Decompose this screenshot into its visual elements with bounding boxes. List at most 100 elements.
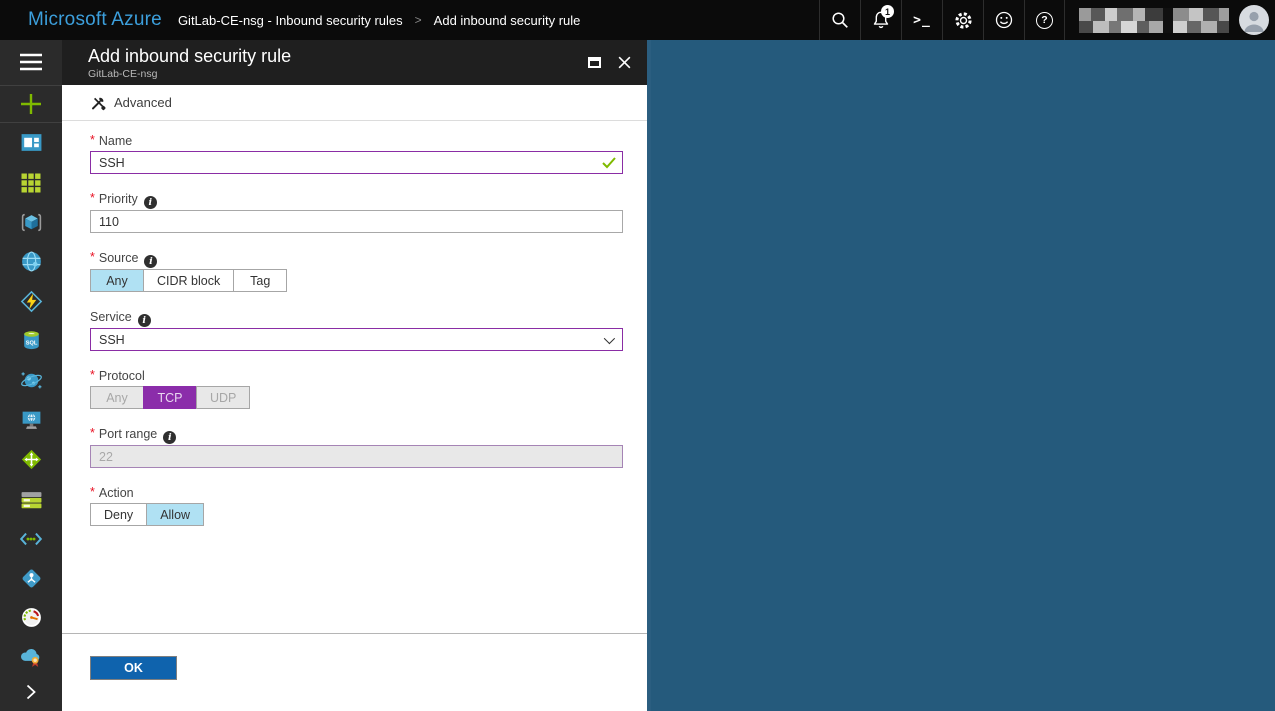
source-option-any[interactable]: Any [90,269,144,292]
maximize-button[interactable] [583,51,605,73]
sidebar-item-storage-accounts[interactable] [0,479,62,519]
search-button[interactable] [819,0,860,40]
source-option-cidr-block[interactable]: CIDR block [143,269,234,292]
sidebar-item-azure-active-directory[interactable] [0,559,62,599]
virtual-networks-icon [19,527,43,551]
sidebar-item-load-balancers[interactable] [0,440,62,480]
priority-label: *Priorityi [90,191,623,209]
field-source: *Sourcei Any CIDR block Tag [90,250,623,292]
advanced-button[interactable]: Advanced [90,95,172,111]
sidebar-item-security-center[interactable] [0,638,62,678]
field-service: Servicei SSH [90,309,623,351]
sidebar-item-sql-databases[interactable]: SQL [0,321,62,361]
field-action: *Action Deny Allow [90,485,623,526]
service-label: Servicei [90,309,623,327]
info-icon[interactable]: i [163,431,176,444]
smiley-icon [994,10,1014,30]
source-label: *Sourcei [90,250,623,268]
portal-body: SQL [0,40,1275,711]
breadcrumb-parent[interactable]: GitLab-CE-nsg - Inbound security rules [178,13,403,28]
protocol-option-any[interactable]: Any [90,386,144,409]
action-toggle-group: Deny Allow [90,503,204,526]
protocol-label: *Protocol [90,368,623,385]
chevron-down-icon [604,332,615,343]
gear-icon [953,10,974,31]
sidebar-item-function-apps[interactable] [0,281,62,321]
azure-logo[interactable]: Microsoft Azure [0,9,178,31]
settings-button[interactable] [942,0,983,40]
security-center-icon [19,645,43,669]
required-marker: * [90,250,95,264]
info-icon[interactable]: i [144,255,157,268]
account-info[interactable] [1079,8,1229,33]
info-icon[interactable]: i [138,314,151,327]
panel-titles: Add inbound security rule GitLab-CE-nsg [88,45,291,80]
panel-window-controls [583,45,635,73]
sidebar-item-app-services[interactable] [0,242,62,282]
help-button[interactable]: ? [1024,0,1065,40]
priority-input[interactable] [90,210,623,233]
panel-title: Add inbound security rule [88,45,291,67]
app-services-icon [20,250,43,273]
feedback-button[interactable] [983,0,1024,40]
azure-active-directory-icon [20,567,43,590]
action-option-deny[interactable]: Deny [90,503,147,526]
field-name: *Name [90,133,623,174]
sidebar-item-dashboard[interactable] [0,123,62,163]
protocol-toggle-group: Any TCP UDP [90,386,250,409]
port-range-label: *Port rangei [90,426,623,444]
name-label: *Name [90,133,623,150]
top-bar: Microsoft Azure GitLab-CE-nsg - Inbound … [0,0,1275,40]
panel-footer: OK [62,633,647,711]
topbar-actions: 1 >_ ? [819,0,1275,40]
resource-groups-icon [20,211,43,234]
name-input-wrap [90,151,623,174]
monitor-gauge-icon [20,606,43,629]
advanced-label: Advanced [114,95,172,110]
person-icon [1239,5,1269,35]
panel-toolbar: Advanced [62,85,647,121]
sidebar-expand-button[interactable] [0,677,62,707]
close-button[interactable] [613,51,635,73]
service-select[interactable]: SSH [90,328,623,351]
dashboard-backdrop [647,40,1275,711]
notifications-button[interactable]: 1 [860,0,901,40]
required-marker: * [90,368,95,382]
sidebar-item-virtual-networks[interactable] [0,519,62,559]
sidebar-item-cosmos-db[interactable] [0,361,62,401]
field-priority: *Priorityi [90,191,623,233]
ok-button[interactable]: OK [90,656,177,680]
sidebar-item-all-resources[interactable] [0,163,62,203]
sidebar-menu-button[interactable] [0,40,62,85]
sidebar-item-resource-groups[interactable] [0,202,62,242]
protocol-option-udp[interactable]: UDP [196,386,250,409]
service-selected-value: SSH [99,333,125,347]
source-option-tag[interactable]: Tag [233,269,287,292]
sidebar-item-virtual-machines[interactable] [0,400,62,440]
valid-check-icon [602,157,616,169]
tools-icon [90,95,106,111]
cloud-shell-icon: >_ [913,13,931,28]
protocol-option-tcp[interactable]: TCP [143,386,197,409]
action-option-allow[interactable]: Allow [146,503,204,526]
source-toggle-group: Any CIDR block Tag [90,269,287,292]
plus-icon [19,92,43,116]
required-marker: * [90,426,95,440]
cloud-shell-button[interactable]: >_ [901,0,942,40]
dashboard-icon [20,131,43,154]
function-apps-icon [20,290,43,313]
panel-subtitle: GitLab-CE-nsg [88,68,291,80]
breadcrumb-current[interactable]: Add inbound security rule [434,13,581,28]
sidebar-item-monitor[interactable] [0,598,62,638]
chevron-right-icon [23,683,39,701]
sidebar-item-new[interactable] [0,86,62,123]
field-port-range: *Port rangei [90,426,623,468]
panel-header: Add inbound security rule GitLab-CE-nsg [62,40,647,85]
name-input[interactable] [90,151,623,174]
storage-accounts-icon [20,488,43,511]
avatar[interactable] [1239,5,1269,35]
required-marker: * [90,191,95,205]
all-resources-icon [20,172,42,194]
port-range-input [90,445,623,468]
info-icon[interactable]: i [144,196,157,209]
